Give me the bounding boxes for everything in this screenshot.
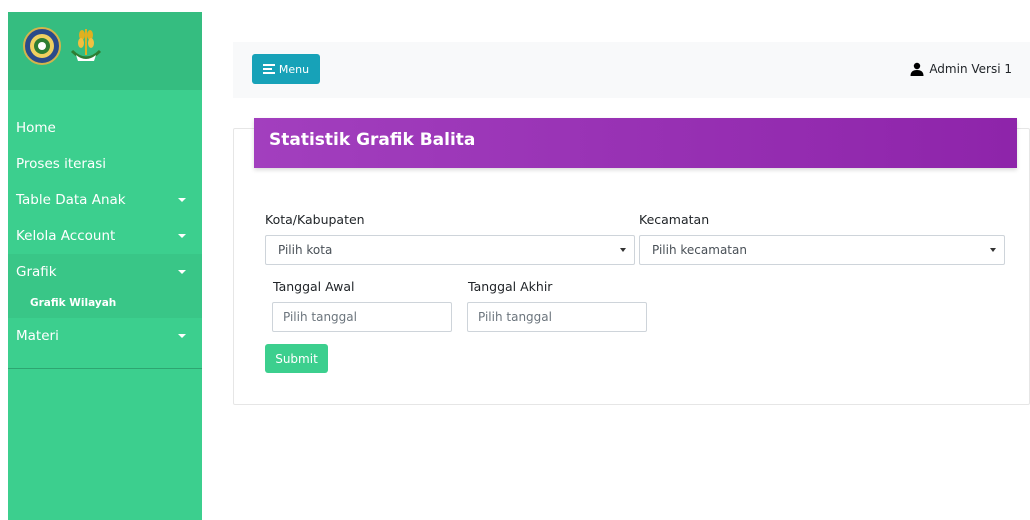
user-menu[interactable]: Admin Versi 1 (910, 62, 1012, 76)
page-title: Statistik Grafik Balita (269, 130, 476, 150)
kota-label: Kota/Kabupaten (265, 212, 365, 227)
university-seal-logo (23, 27, 61, 65)
sidebar-item-proses-iterasi[interactable]: Proses iterasi (8, 146, 202, 182)
sidebar-item-label: Kelola Account (16, 228, 116, 244)
sidebar-item-label: Home (16, 120, 56, 136)
sidebar-header (8, 12, 202, 90)
kecamatan-select[interactable]: Pilih kecamatan (639, 235, 1005, 265)
caret-down-icon (178, 334, 186, 338)
submit-button-label: Submit (275, 351, 318, 366)
select-arrow-icon (620, 248, 626, 252)
kecamatan-label: Kecamatan (639, 212, 710, 227)
kota-select[interactable]: Pilih kota (265, 235, 635, 265)
sidebar-item-kelola-account[interactable]: Kelola Account (8, 218, 202, 254)
hamburger-icon (262, 64, 275, 74)
tanggal-akhir-input[interactable]: Pilih tanggal (467, 302, 647, 332)
chart-filter-card (233, 128, 1030, 405)
tanggal-awal-label: Tanggal Awal (273, 279, 355, 294)
submit-button[interactable]: Submit (265, 344, 328, 373)
user-name: Admin Versi 1 (929, 62, 1012, 76)
sidebar-nav: Home Proses iterasi Table Data Anak Kelo… (8, 110, 202, 354)
sidebar-divider (8, 368, 202, 369)
menu-button-label: Menu (278, 62, 310, 76)
sidebar-item-label: Grafik (16, 264, 57, 280)
menu-toggle-button[interactable]: Menu (252, 54, 320, 84)
sidebar-item-grafik[interactable]: Grafik (8, 254, 202, 290)
tanggal-awal-input[interactable]: Pilih tanggal (272, 302, 452, 332)
tanggal-akhir-placeholder: Pilih tanggal (478, 310, 552, 324)
sidebar-item-home[interactable]: Home (8, 110, 202, 146)
user-icon (910, 62, 924, 76)
caret-down-icon (178, 234, 186, 238)
select-arrow-icon (990, 248, 996, 252)
caret-down-icon (178, 270, 186, 274)
tanggal-awal-placeholder: Pilih tanggal (283, 310, 357, 324)
sidebar-subitem-grafik-wilayah[interactable]: Grafik Wilayah (8, 290, 202, 318)
sidebar-subitem-label: Grafik Wilayah (30, 297, 117, 309)
card-header: Statistik Grafik Balita (254, 118, 1017, 168)
wheat-emblem-logo (70, 29, 102, 61)
tanggal-akhir-label: Tanggal Akhir (468, 279, 553, 294)
sidebar-item-label: Table Data Anak (16, 192, 126, 208)
caret-down-icon (178, 198, 186, 202)
sidebar: Home Proses iterasi Table Data Anak Kelo… (8, 12, 202, 520)
sidebar-item-table-data-anak[interactable]: Table Data Anak (8, 182, 202, 218)
kota-select-value: Pilih kota (278, 243, 333, 257)
sidebar-item-label: Proses iterasi (16, 156, 107, 172)
sidebar-item-materi[interactable]: Materi (8, 318, 202, 354)
sidebar-item-label: Materi (16, 328, 59, 344)
top-navbar: Menu Admin Versi 1 (233, 42, 1030, 98)
kecamatan-select-value: Pilih kecamatan (652, 243, 747, 257)
